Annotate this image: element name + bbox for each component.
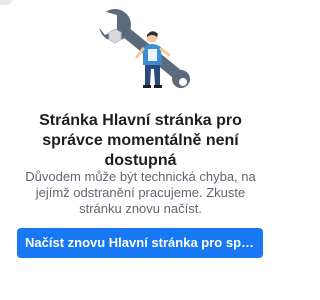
reload-page-button[interactable]: Načíst znovu Hlavní stránka pro spr... — [17, 228, 263, 258]
top-bar-fragment — [0, 0, 12, 5]
error-screen: Stránka Hlavní stránka pro správce momen… — [0, 0, 281, 300]
error-title: Stránka Hlavní stránka pro správce momen… — [39, 112, 242, 169]
wrench-person-icon — [95, 7, 191, 97]
error-description: Důvodem může být technická chyba, na jej… — [25, 169, 256, 216]
